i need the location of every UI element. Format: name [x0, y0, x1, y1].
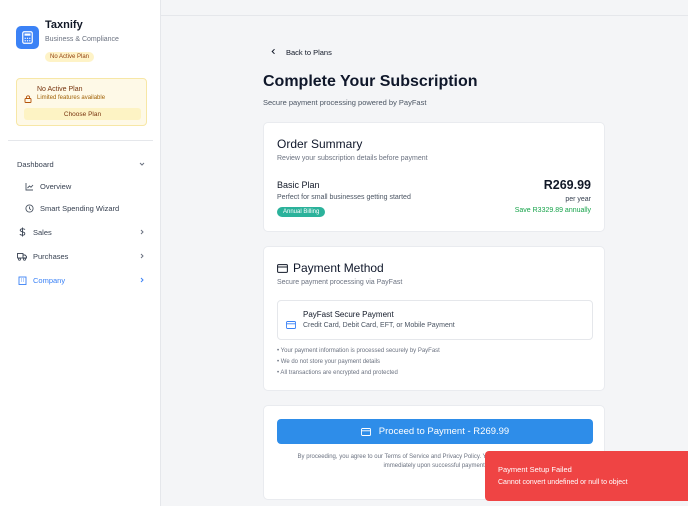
truck-icon: [17, 252, 27, 261]
chevron-right-icon: [138, 228, 146, 238]
order-summary-subtitle: Review your subscription details before …: [277, 155, 428, 162]
sidebar-item-overview[interactable]: Overview: [0, 179, 160, 193]
main-content: Back to Plans Complete Your Subscription…: [161, 0, 688, 506]
error-toast[interactable]: Payment Setup Failed Cannot convert unde…: [485, 451, 688, 501]
payment-method-card: Payment Method Secure payment processing…: [263, 246, 605, 391]
building-icon: [17, 276, 27, 285]
toast-title: Payment Setup Failed: [498, 465, 572, 474]
credit-card-icon: [360, 427, 371, 436]
lock-icon: [24, 90, 32, 108]
back-label: Back to Plans: [286, 48, 332, 57]
order-summary-card: Order Summary Review your subscription d…: [263, 122, 605, 232]
sidebar-item-label: Sales: [33, 227, 52, 237]
sidebar-item-label: Overview: [40, 181, 72, 191]
notice-description: Limited features available: [37, 95, 106, 101]
billing-badge: Annual Billing: [277, 207, 326, 217]
sidebar-item-purchases[interactable]: Purchases: [0, 249, 160, 263]
no-plan-notice: No Active Plan Limited features availabl…: [16, 78, 147, 126]
sidebar-item-label: Company: [33, 275, 66, 285]
chevron-right-icon: [138, 252, 146, 262]
proceed-to-payment-button[interactable]: Proceed to Payment - R269.99: [277, 419, 593, 444]
page-title: Complete Your Subscription: [263, 73, 478, 90]
choose-plan-button[interactable]: Choose Plan: [24, 108, 141, 120]
sidebar-item-label: Smart Spending Wizard: [40, 203, 120, 213]
security-note: • All transactions are encrypted and pro…: [277, 370, 398, 376]
chart-icon: [24, 182, 34, 191]
proceed-button-label: Proceed to Payment - R269.99: [378, 426, 510, 437]
payment-method-title: Payment Method: [277, 261, 384, 275]
plan-price: R269.99: [543, 178, 591, 192]
compass-icon: [24, 203, 34, 213]
payment-method-label: Payment Method: [293, 261, 384, 275]
payfast-title: PayFast Secure Payment: [303, 310, 394, 319]
arrow-left-icon: [270, 48, 277, 57]
brand-subtitle: Business & Compliance: [45, 36, 119, 43]
plan-name: Basic Plan: [277, 180, 320, 190]
calculator-icon: [16, 26, 39, 49]
brand-name: Taxnify: [45, 19, 83, 31]
chevron-right-icon: [138, 276, 146, 286]
back-to-plans-link[interactable]: Back to Plans: [270, 48, 332, 57]
plan-tagline: Perfect for small businesses getting sta…: [277, 194, 411, 201]
chevron-down-icon: [138, 160, 146, 170]
brand: Taxnify Business & Compliance No Active …: [16, 19, 119, 63]
payfast-option[interactable]: PayFast Secure Payment Credit Card, Debi…: [277, 300, 593, 340]
payfast-description: Credit Card, Debit Card, EFT, or Mobile …: [303, 322, 455, 329]
plan-status-badge: No Active Plan: [45, 52, 95, 62]
payment-method-subtitle: Secure payment processing via PayFast: [277, 279, 403, 286]
page-subtitle: Secure payment processing powered by Pay…: [263, 98, 427, 107]
sidebar-divider: [8, 140, 153, 141]
sidebar: Taxnify Business & Compliance No Active …: [0, 0, 161, 506]
savings-text: Save R3329.89 annually: [514, 207, 591, 214]
billing-period: per year: [565, 196, 591, 203]
sidebar-item-wizard[interactable]: Smart Spending Wizard: [0, 201, 160, 215]
sidebar-item-label: Dashboard: [17, 159, 54, 169]
credit-card-icon: [277, 263, 288, 273]
sidebar-item-label: Purchases: [33, 251, 69, 261]
notice-title: No Active Plan: [37, 86, 83, 93]
security-note: • We do not store your payment details: [277, 359, 381, 365]
order-summary-title: Order Summary: [277, 137, 363, 151]
dollar-icon: [17, 227, 27, 237]
security-note: • Your payment information is processed …: [277, 348, 440, 354]
credit-card-icon: [286, 316, 296, 334]
sidebar-item-dashboard[interactable]: Dashboard: [0, 157, 160, 171]
top-bar: [161, 0, 688, 16]
toast-message: Cannot convert undefined or null to obje…: [498, 479, 628, 486]
app-window: Taxnify Business & Compliance No Active …: [0, 0, 688, 506]
sidebar-item-sales[interactable]: Sales: [0, 225, 160, 239]
sidebar-item-company[interactable]: Company: [0, 273, 160, 287]
